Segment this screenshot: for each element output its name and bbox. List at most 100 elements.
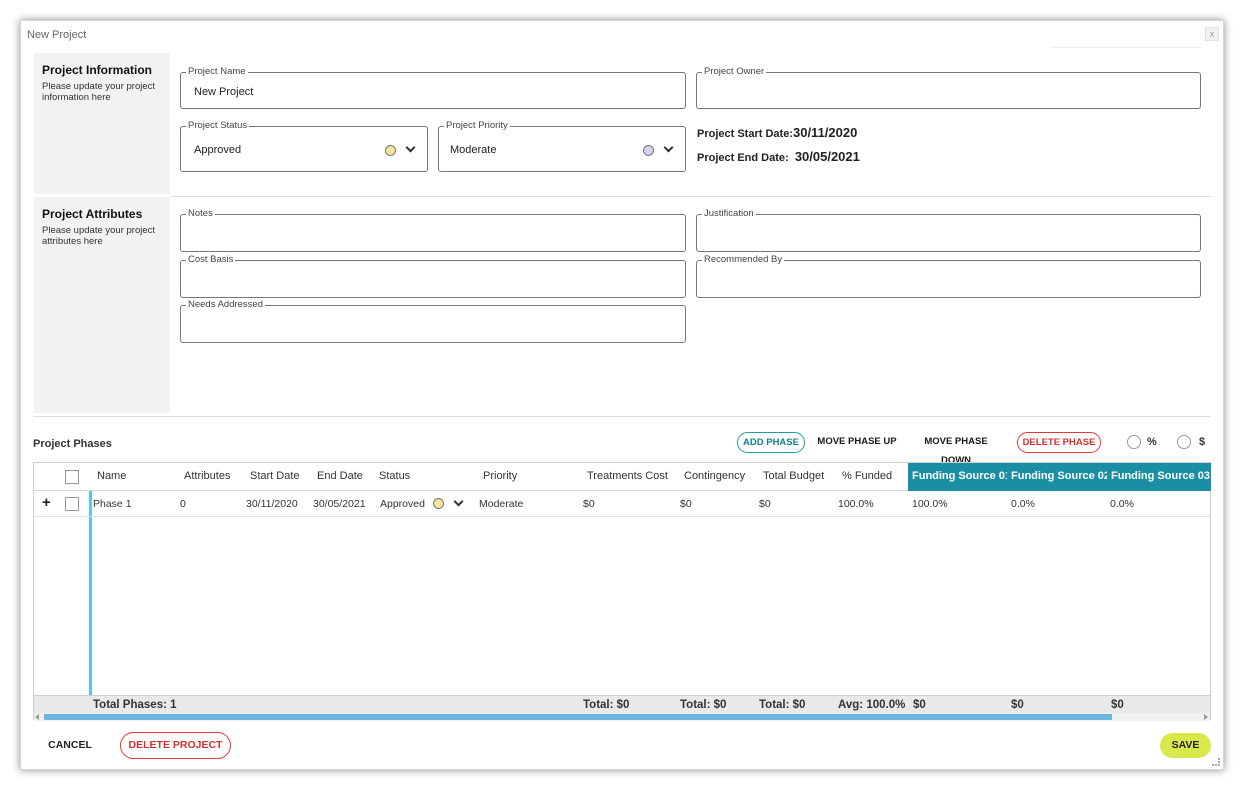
project-status-value: Approved [194,144,242,156]
phase-contingency: $0 [680,498,692,510]
project-end-date-value: 30/05/2021 [794,149,860,164]
grid-footer: Total Phases: 1 Total: $0 Total: $0 Tota… [34,695,1210,713]
total-funding-source-03: $0 [1111,699,1124,711]
scroll-left-icon[interactable] [35,714,39,720]
average-funded: Avg: 100.0% [838,699,906,711]
cost-basis-field[interactable]: Cost Basis [180,254,686,298]
expand-row-icon[interactable]: + [42,495,51,511]
move-phase-down-button[interactable]: MOVE PHASE DOWN [908,432,1004,466]
chevron-down-icon[interactable] [405,142,416,153]
status-indicator-icon [385,145,396,156]
project-start-date-value: 30/11/2020 [792,125,858,140]
cancel-button[interactable]: CANCEL [43,733,97,757]
column-start-date[interactable]: Start Date [250,463,300,491]
project-start-date: Project Start Date:30/11/2020 [697,125,857,140]
grid-header: Name Attributes Start Date End Date Stat… [34,463,1211,491]
phases-grid: Name Attributes Start Date End Date Stat… [33,462,1211,721]
notes-field[interactable]: Notes [180,208,686,252]
total-contingency: Total: $0 [680,699,727,711]
phase-priority: Moderate [479,498,524,510]
phase-attributes: 0 [180,498,186,510]
column-funded[interactable]: % Funded [842,463,892,491]
project-information-title: Project Information [42,63,153,77]
save-button[interactable]: SAVE [1160,733,1211,758]
project-information-panel: Project Information Please update your p… [34,53,170,194]
project-information-subtitle: Please update your project information h… [42,81,156,103]
column-priority[interactable]: Priority [483,463,517,491]
project-status-label: Project Status [186,120,250,132]
title-divider [1051,47,1201,48]
select-all-checkbox[interactable] [65,470,79,484]
project-status-select[interactable]: Project Status Approved [180,120,428,172]
dollar-radio-label: $ [1199,436,1206,448]
column-treatments-cost[interactable]: Treatments Cost [587,463,668,491]
project-end-date-label: Project End Date: [697,152,789,164]
percent-radio-label: % [1147,436,1157,448]
phase-funding-source-03: 0.0% [1110,498,1134,510]
project-attributes-subtitle: Please update your project attributes he… [42,225,156,247]
project-end-date: Project End Date: 30/05/2021 [697,149,860,164]
project-owner-label: Project Owner [702,66,767,78]
column-contingency[interactable]: Contingency [684,463,745,491]
phase-funded: 100.0% [838,498,874,510]
table-row[interactable]: + Phase 1 0 30/11/2020 30/05/2021 Approv… [34,491,1210,517]
section-divider [171,196,1211,197]
total-budget: Total: $0 [759,699,806,711]
total-phases: Total Phases: 1 [93,699,177,711]
delete-project-button[interactable]: DELETE PROJECT [120,732,231,759]
close-icon[interactable]: x [1205,27,1219,41]
delete-phase-button[interactable]: DELETE PHASE [1017,432,1101,453]
project-priority-select[interactable]: Project Priority Moderate [438,120,686,172]
add-phase-button[interactable]: ADD PHASE [737,432,805,453]
project-name-value: New Project [194,86,254,98]
phase-start-date: 30/11/2020 [246,498,298,510]
phase-total-budget: $0 [759,498,771,510]
title-bar: New Project x [21,21,1223,49]
project-attributes-panel: Project Attributes Please update your pr… [34,197,170,413]
window-title: New Project [27,29,87,41]
scrollbar-thumb[interactable] [44,714,1112,720]
chevron-down-icon[interactable] [453,496,464,507]
project-priority-value: Moderate [450,144,497,156]
row-checkbox[interactable] [65,497,79,511]
recommended-by-field[interactable]: Recommended By [696,254,1201,298]
move-phase-up-button[interactable]: MOVE PHASE UP [817,432,897,453]
status-indicator-icon [433,498,444,509]
phase-end-date: 30/05/2021 [313,498,366,510]
project-name-field[interactable]: Project Name New Project [180,66,686,109]
needs-addressed-label: Needs Addressed [186,299,265,311]
justification-label: Justification [702,208,756,220]
phase-name: Phase 1 [93,498,132,510]
horizontal-scrollbar[interactable] [34,713,1210,721]
cost-basis-label: Cost Basis [186,254,236,266]
new-project-dialog: New Project x Project Information Please… [20,20,1224,770]
column-attributes[interactable]: Attributes [184,463,230,491]
project-start-date-label: Project Start Date: [697,128,793,140]
project-name-label: Project Name [186,66,248,78]
chevron-down-icon[interactable] [663,142,674,153]
column-funding-source-03[interactable]: Funding Source 03 [1107,463,1211,491]
column-funding-source-01[interactable]: Funding Source 01 [908,463,1011,491]
scroll-right-icon[interactable] [1204,714,1208,720]
column-funding-source-02[interactable]: Funding Source 02 [1007,463,1110,491]
resize-grip-icon[interactable] [1212,758,1220,766]
percent-radio[interactable] [1127,435,1141,449]
total-funding-source-01: $0 [913,699,926,711]
phase-funding-source-01: 100.0% [912,498,948,510]
notes-label: Notes [186,208,215,220]
column-status[interactable]: Status [379,463,410,491]
total-treatments-cost: Total: $0 [583,699,630,711]
dollar-radio[interactable] [1177,435,1191,449]
needs-addressed-field[interactable]: Needs Addressed [180,299,686,343]
project-phases-title: Project Phases [33,438,112,450]
column-name[interactable]: Name [97,463,126,491]
project-owner-field[interactable]: Project Owner [696,66,1201,109]
phase-treatments-cost: $0 [583,498,595,510]
column-total-budget[interactable]: Total Budget [763,463,824,491]
column-end-date[interactable]: End Date [317,463,363,491]
phase-status[interactable]: Approved [380,491,425,517]
phase-funding-source-02: 0.0% [1011,498,1035,510]
priority-indicator-icon [643,145,654,156]
project-attributes-title: Project Attributes [42,207,143,221]
justification-field[interactable]: Justification [696,208,1201,252]
